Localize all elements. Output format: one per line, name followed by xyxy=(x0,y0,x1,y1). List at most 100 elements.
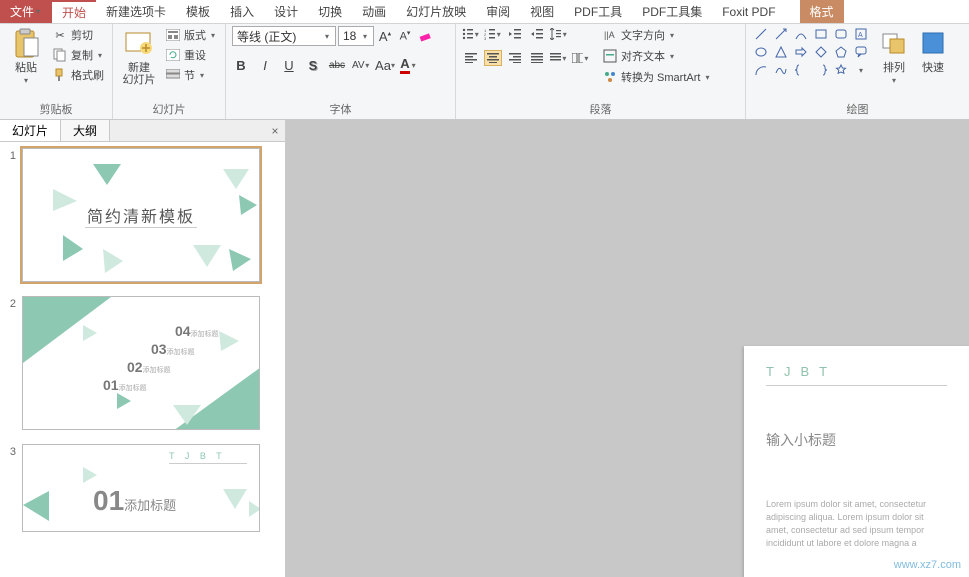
char-spacing-button[interactable]: AV▾ xyxy=(352,56,370,74)
tab-newtab[interactable]: 新建选项卡 xyxy=(96,0,176,23)
tab-pdftool[interactable]: PDF工具 xyxy=(564,0,632,23)
shape-curve-icon[interactable] xyxy=(772,62,790,78)
shape-star-icon[interactable] xyxy=(832,62,850,78)
quick-styles-button[interactable]: 快速 xyxy=(918,26,948,74)
slide-content[interactable]: TJBT 输入小标题 Lorem ipsum dolor sit amet, c… xyxy=(744,346,969,577)
shape-callout-icon[interactable] xyxy=(852,44,870,60)
shape-brace-icon[interactable] xyxy=(792,62,810,78)
thumbnail-1[interactable]: 简约清新模板 xyxy=(22,148,260,282)
increase-indent-button[interactable] xyxy=(528,26,546,42)
group-slides-label: 幻灯片 xyxy=(119,99,219,119)
align-text-label: 对齐文本 xyxy=(621,48,665,64)
thumb-row: 2 04添加标题 03添加标题 02添加标题 01添加标题 xyxy=(4,296,281,430)
tab-pdftoolset[interactable]: PDF工具集 xyxy=(632,0,712,23)
copy-button[interactable]: 复制▾ xyxy=(50,46,106,64)
shape-textbox-icon[interactable]: A xyxy=(852,26,870,42)
tab-home[interactable]: 开始 xyxy=(52,0,96,23)
tab-design[interactable]: 设计 xyxy=(264,0,308,23)
align-text-button[interactable]: 对齐文本▾ xyxy=(600,47,713,65)
layout-label: 版式 xyxy=(184,27,206,43)
tab-slides-panel[interactable]: 幻灯片 xyxy=(0,120,61,141)
text-direction-button[interactable]: ||A文字方向▾ xyxy=(600,26,713,44)
tab-format[interactable]: 格式 xyxy=(800,0,844,23)
close-pane-button[interactable]: × xyxy=(265,120,285,141)
columns-button[interactable]: ▾ xyxy=(572,50,590,66)
tab-slideshow[interactable]: 幻灯片放映 xyxy=(396,0,476,23)
slide-subtitle[interactable]: 输入小标题 xyxy=(766,430,947,450)
shadow-button[interactable]: S xyxy=(304,56,322,74)
underline-button[interactable]: U xyxy=(280,56,298,74)
shape-line-icon[interactable] xyxy=(752,26,770,42)
left-tabs: 幻灯片 大纲 × xyxy=(0,120,285,142)
layout-button[interactable]: 版式▾ xyxy=(163,26,219,44)
tab-transition[interactable]: 切换 xyxy=(308,0,352,23)
change-case-button[interactable]: Aa▾ xyxy=(376,56,394,74)
shape-more-icon[interactable]: ▾ xyxy=(852,62,870,78)
chevron-down-icon: ▾ xyxy=(495,30,502,39)
arrange-button[interactable]: 排列 ▾ xyxy=(874,26,914,85)
font-color-button[interactable]: A▾ xyxy=(400,56,418,74)
shape-arc-icon[interactable] xyxy=(752,62,770,78)
grow-font-button[interactable]: A▴ xyxy=(376,27,394,45)
shrink-font-button[interactable]: A▾ xyxy=(396,27,414,45)
bold-button[interactable]: B xyxy=(232,56,250,74)
shape-brace2-icon[interactable] xyxy=(812,62,830,78)
bullets-button[interactable]: ▾ xyxy=(462,26,480,42)
align-center-button[interactable] xyxy=(484,50,502,66)
tab-animation[interactable]: 动画 xyxy=(352,0,396,23)
cut-button[interactable]: ✂剪切 xyxy=(50,26,106,44)
tab-review[interactable]: 审阅 xyxy=(476,0,520,23)
shape-pentagon-icon[interactable] xyxy=(832,44,850,60)
brush-icon xyxy=(52,67,68,83)
shape-connector-icon[interactable] xyxy=(792,26,810,42)
tab-insert[interactable]: 插入 xyxy=(220,0,264,23)
close-icon: × xyxy=(271,124,278,138)
align-right-button[interactable] xyxy=(506,50,524,66)
shape-arrow-right-icon[interactable] xyxy=(792,44,810,60)
clear-format-button[interactable] xyxy=(416,27,434,45)
align-left-button[interactable] xyxy=(462,50,480,66)
decrease-indent-button[interactable] xyxy=(506,26,524,42)
slide-tj-label: TJBT xyxy=(766,364,947,379)
group-clipboard: 粘贴 ▾ ✂剪切 复制▾ 格式刷 剪贴板 xyxy=(0,24,113,119)
font-size-select[interactable]: 18▾ xyxy=(338,26,374,46)
thumbnail-2[interactable]: 04添加标题 03添加标题 02添加标题 01添加标题 xyxy=(22,296,260,430)
shape-rect-icon[interactable] xyxy=(812,26,830,42)
cut-label: 剪切 xyxy=(71,27,93,43)
svg-text:A: A xyxy=(858,32,863,39)
shape-roundrect-icon[interactable] xyxy=(832,26,850,42)
font-name-select[interactable]: 等线 (正文)▾ xyxy=(232,26,336,46)
thumbnail-3[interactable]: T J B T 01添加标题 xyxy=(22,444,260,532)
group-font: 等线 (正文)▾ 18▾ A▴ A▾ B I U S abc AV▾ Aa▾ A… xyxy=(226,24,456,119)
chevron-down-icon: ▾ xyxy=(561,30,568,39)
italic-button[interactable]: I xyxy=(256,56,274,74)
tab-foxit[interactable]: Foxit PDF xyxy=(712,0,785,23)
paste-button[interactable]: 粘贴 ▾ xyxy=(6,26,46,85)
shape-diamond-icon[interactable] xyxy=(812,44,830,60)
tab-template[interactable]: 模板 xyxy=(176,0,220,23)
justify-button[interactable] xyxy=(528,50,546,66)
tab-view[interactable]: 视图 xyxy=(520,0,564,23)
tab-outline-panel[interactable]: 大纲 xyxy=(61,120,110,141)
shape-oval-icon[interactable] xyxy=(752,44,770,60)
shapes-gallery[interactable]: A ▾ xyxy=(752,26,870,78)
align-center-icon xyxy=(487,53,499,63)
tab-file[interactable]: 文件▾ xyxy=(0,0,52,23)
shape-arrow-icon[interactable] xyxy=(772,26,790,42)
slide-canvas[interactable]: TJBT 输入小标题 Lorem ipsum dolor sit amet, c… xyxy=(286,120,969,577)
numbering-button[interactable]: 123▾ xyxy=(484,26,502,42)
shape-triangle-icon[interactable] xyxy=(772,44,790,60)
section-button[interactable]: 节▾ xyxy=(163,66,219,84)
thumb1-title: 简约清新模板 xyxy=(23,203,259,227)
thumbnail-list[interactable]: 1 简约清新模板 xyxy=(0,142,285,577)
line-spacing-button[interactable]: ▾ xyxy=(550,26,568,42)
group-font-label: 字体 xyxy=(232,99,449,119)
format-painter-button[interactable]: 格式刷 xyxy=(50,66,106,84)
reset-button[interactable]: 重设 xyxy=(163,46,219,64)
new-slide-button[interactable]: 新建 幻灯片 xyxy=(119,26,159,86)
smartart-button[interactable]: 转换为 SmartArt▾ xyxy=(600,68,713,86)
thumb2-02: 02 xyxy=(127,359,143,375)
distribute-button[interactable]: ▾ xyxy=(550,50,568,66)
strike-button[interactable]: abc xyxy=(328,56,346,74)
slide-body-text[interactable]: Lorem ipsum dolor sit amet, consectetur … xyxy=(766,498,947,550)
